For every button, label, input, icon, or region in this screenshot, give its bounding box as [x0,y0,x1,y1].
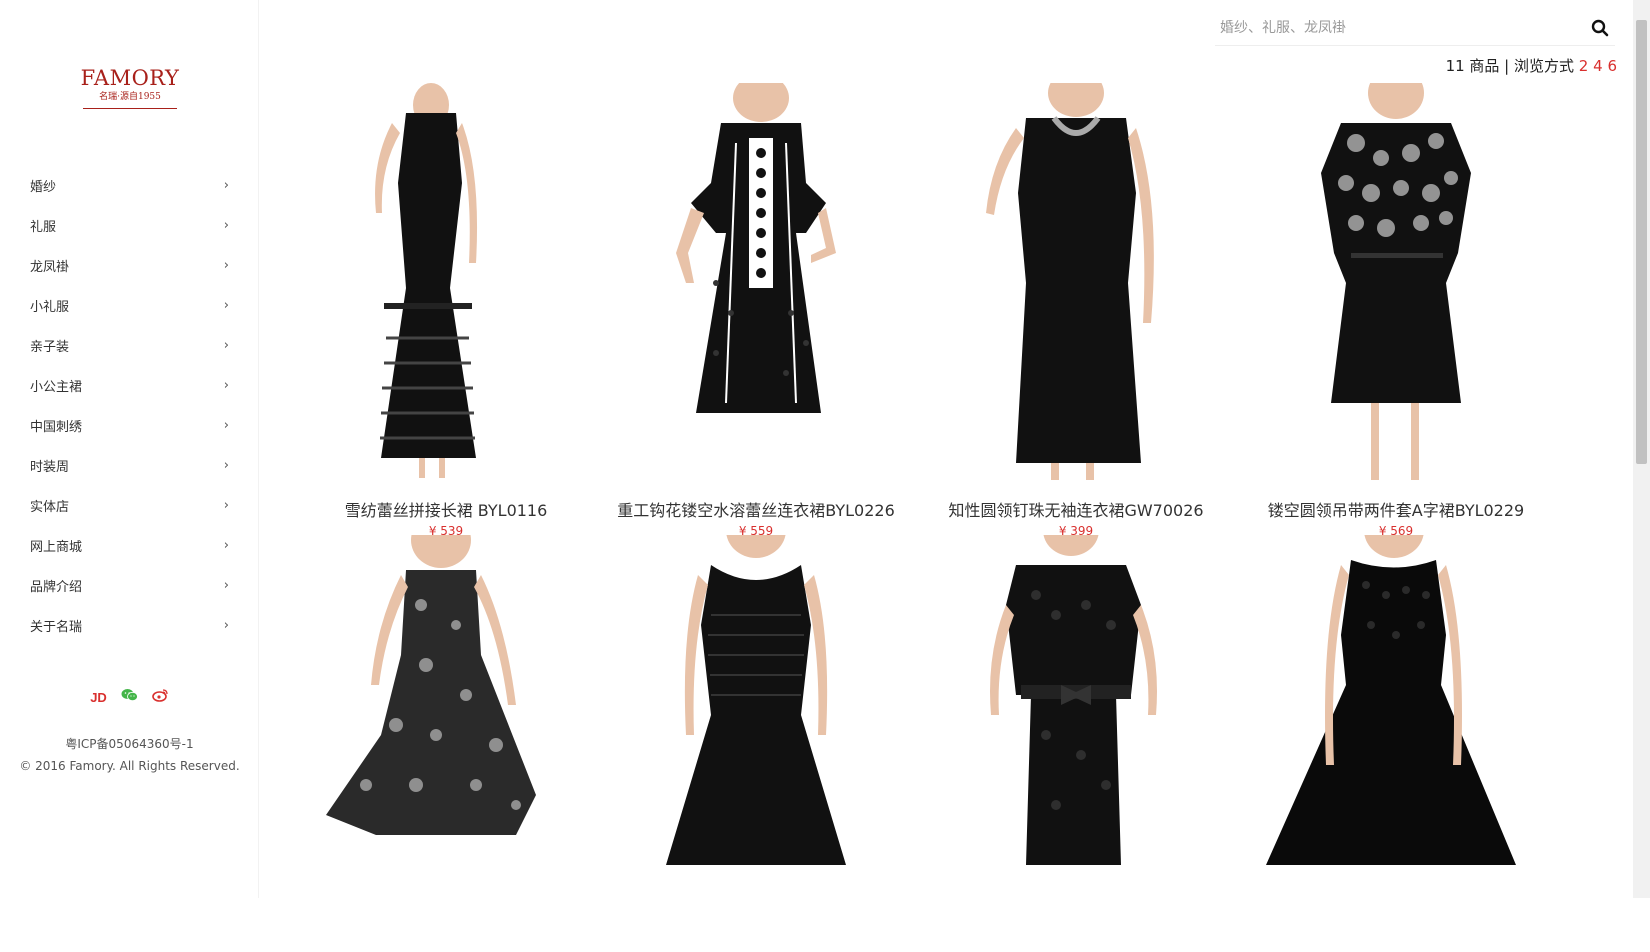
logo-underline [83,108,177,109]
menu-item-label: 龙凤褂 [30,259,70,275]
chevron-right-icon: › [223,337,229,353]
social-links: JD [0,688,259,706]
menu-item-label: 时装周 [30,459,70,475]
menu-item-princess-dress[interactable]: 小公主裙 › [0,365,259,405]
product-count: 11 商品 | 浏览方式 [1445,57,1575,75]
menu-item-about[interactable]: 关于名瑞 › [0,605,259,645]
page-scrollbar[interactable] [1633,0,1650,898]
chevron-right-icon: › [223,577,229,593]
copyright: © 2016 Famory. All Rights Reserved. [19,759,240,773]
site-footer: 粤ICP备05064360号-1 © 2016 Famory. All Righ… [0,733,259,777]
menu-item-label: 中国刺绣 [30,419,83,435]
menu-item-label: 关于名瑞 [30,619,83,635]
product-image[interactable] [1226,83,1566,480]
menu-item-online-mall[interactable]: 网上商城 › [0,525,259,565]
menu-item-label: 婚纱 [30,179,57,195]
product-card[interactable] [906,535,1246,952]
product-image[interactable] [276,83,616,480]
view-2-per-row[interactable]: 2 [1579,57,1589,75]
menu-item-label: 品牌介绍 [30,579,83,595]
menu-item-chinese-embroidery[interactable]: 中国刺绣 › [0,405,259,445]
product-card[interactable]: 雪纺蕾丝拼接长裙 BYL0116 ¥ 539 [276,83,616,538]
product-image[interactable] [586,535,926,932]
icp-number: 粤ICP备05064360号-1 [65,737,194,751]
sidebar: FAMORY 名瑞·源自1955 婚纱 › 礼服 › 龙凤褂 › 小礼服 › 亲子装 › … [0,0,259,898]
menu-item-cocktail-dress[interactable]: 小礼服 › [0,285,259,325]
logo-tagline: 名瑞·源自1955 [99,92,161,102]
chevron-right-icon: › [223,257,229,273]
jd-icon[interactable]: JD [90,690,107,705]
chevron-right-icon: › [223,377,229,393]
product-name[interactable]: 雪纺蕾丝拼接长裙 BYL0116 [276,500,616,522]
view-4-per-row[interactable]: 4 [1593,57,1603,75]
chevron-right-icon: › [223,537,229,553]
view-6-per-row[interactable]: 6 [1607,57,1617,75]
product-image[interactable] [906,535,1246,932]
menu-item-longfenggua[interactable]: 龙凤褂 › [0,245,259,285]
chevron-right-icon: › [223,417,229,433]
product-image[interactable] [906,83,1246,480]
chevron-right-icon: › [223,297,229,313]
menu-item-wedding-dress[interactable]: 婚纱 › [0,165,259,205]
menu-item-evening-dress[interactable]: 礼服 › [0,205,259,245]
menu-item-label: 实体店 [30,499,70,515]
menu-item-label: 网上商城 [30,539,83,555]
product-image[interactable] [586,83,926,480]
menu-item-brand-intro[interactable]: 品牌介绍 › [0,565,259,605]
menu-item-stores[interactable]: 实体店 › [0,485,259,525]
menu-item-label: 礼服 [30,219,57,235]
scrollbar-thumb[interactable] [1636,20,1647,464]
search-icon[interactable] [1585,13,1615,43]
product-name[interactable]: 知性圆领钉珠无袖连衣裙GW70026 [906,500,1246,522]
product-card[interactable] [276,535,616,952]
chevron-right-icon: › [223,497,229,513]
chevron-right-icon: › [223,617,229,633]
wechat-icon[interactable] [121,688,138,706]
menu-item-label: 亲子装 [30,339,70,355]
product-card[interactable]: 镂空圆领吊带两件套A字裙BYL0229 ¥ 569 [1226,83,1566,538]
category-menu: 婚纱 › 礼服 › 龙凤褂 › 小礼服 › 亲子装 › 小公主裙 › 中国刺绣 › 时装周 › … [0,165,259,645]
product-name[interactable]: 重工钩花镂空水溶蕾丝连衣裙BYL0226 [586,500,926,522]
menu-item-label: 小公主裙 [30,379,83,395]
brand-logo[interactable]: FAMORY 名瑞·源自1955 [80,66,180,109]
product-name[interactable]: 镂空圆领吊带两件套A字裙BYL0229 [1226,500,1566,522]
menu-item-fashion-week[interactable]: 时装周 › [0,445,259,485]
product-image[interactable] [1226,535,1566,932]
weibo-icon[interactable] [152,688,169,706]
product-card[interactable]: 知性圆领钉珠无袖连衣裙GW70026 ¥ 399 [906,83,1246,538]
menu-item-label: 小礼服 [30,299,70,315]
browse-options: 11 商品 | 浏览方式 2 4 6 [1446,55,1617,76]
menu-item-parent-child[interactable]: 亲子装 › [0,325,259,365]
product-image[interactable] [276,535,616,932]
chevron-right-icon: › [223,457,229,473]
product-card[interactable]: 重工钩花镂空水溶蕾丝连衣裙BYL0226 ¥ 559 [586,83,926,538]
logo-name: FAMORY [80,66,180,90]
product-card[interactable] [1226,535,1566,952]
search-bar [1215,10,1615,46]
chevron-right-icon: › [223,177,229,193]
product-card[interactable] [586,535,926,952]
chevron-right-icon: › [223,217,229,233]
search-input[interactable] [1215,19,1585,36]
